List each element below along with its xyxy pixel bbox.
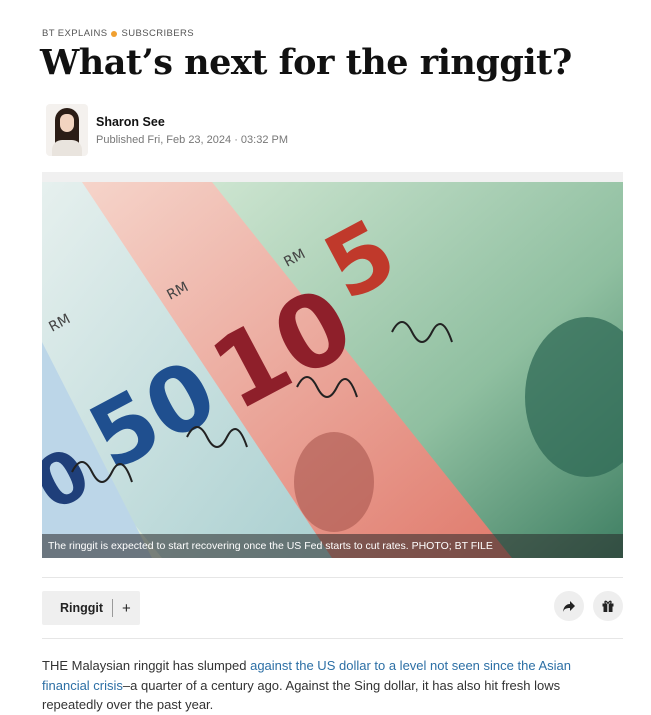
- follow-topic-button[interactable]: +: [122, 600, 131, 617]
- topic-tag[interactable]: Ringgit +: [42, 591, 140, 625]
- banknotes-photo: 5 10 50 0 RM RM RM: [42, 182, 623, 558]
- page-title: What’s next for the ringgit?: [40, 42, 572, 83]
- avatar[interactable]: [46, 104, 88, 156]
- share-button[interactable]: [554, 591, 584, 621]
- article-kicker: BT EXPLAINS SUBSCRIBERS: [42, 28, 194, 39]
- tag-separator: [112, 599, 114, 617]
- subscriber-label: SUBSCRIBERS: [121, 28, 194, 39]
- image-caption: The ringgit is expected to start recover…: [42, 534, 623, 558]
- share-arrow-icon: [563, 601, 575, 612]
- divider: [42, 577, 623, 578]
- publish-date: Published Fri, Feb 23, 2024 · 03:32 PM: [96, 133, 288, 146]
- author-byline: Sharon See Published Fri, Feb 23, 2024 ·…: [46, 104, 288, 156]
- gift-article-button[interactable]: [593, 591, 623, 621]
- hero-image: 5 10 50 0 RM RM RM The ringgit is expect…: [42, 172, 623, 558]
- section-label[interactable]: BT EXPLAINS: [42, 28, 107, 39]
- intro-text: THE Malaysian ringgit has slumped: [42, 658, 251, 673]
- gift-icon: [602, 600, 614, 612]
- author-name[interactable]: Sharon See: [96, 115, 288, 129]
- topic-tag-label[interactable]: Ringgit: [60, 601, 103, 615]
- divider: [42, 638, 623, 639]
- article-intro: THE Malaysian ringgit has slumped agains…: [42, 656, 617, 715]
- subscriber-dot-icon: [111, 30, 118, 37]
